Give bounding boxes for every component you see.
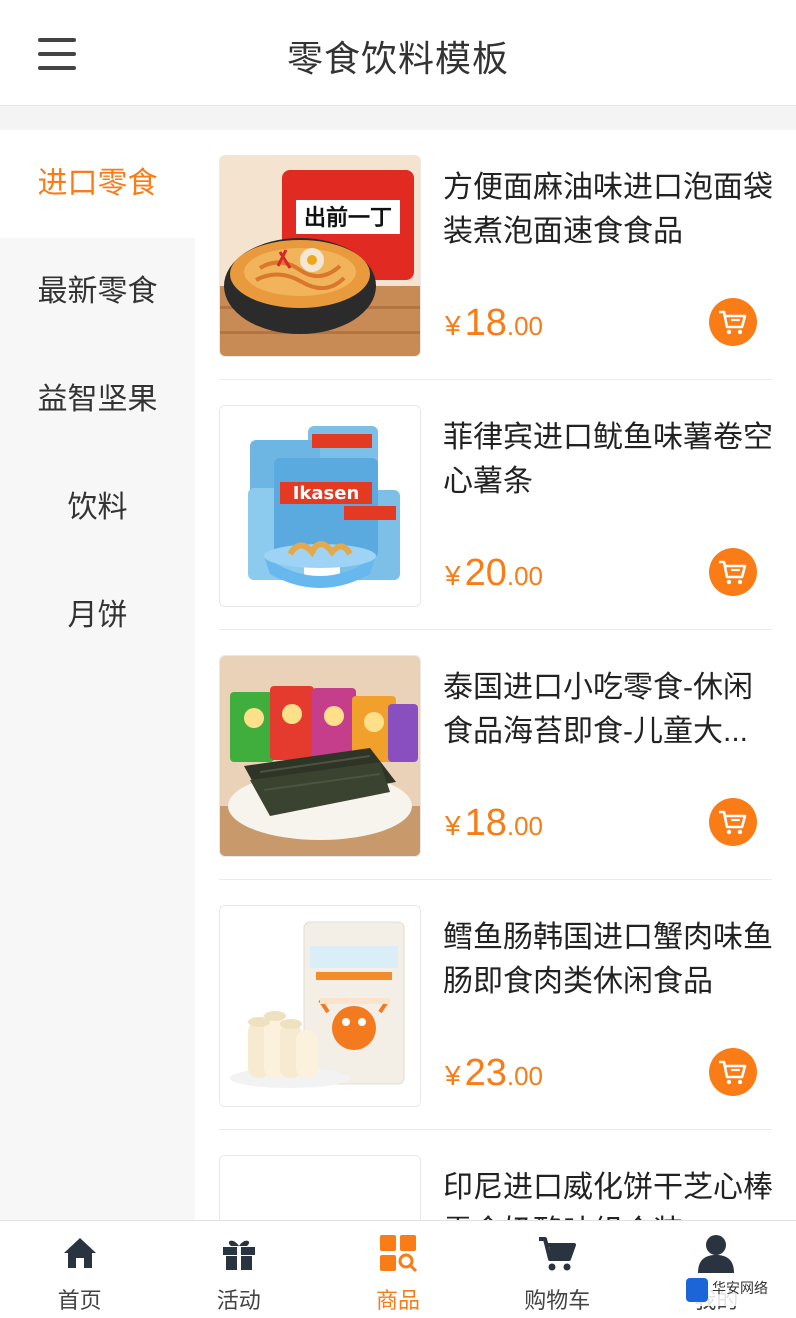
sidebar-item-drinks[interactable]: 饮料 (0, 454, 195, 562)
tab-label: 商品 (376, 1288, 421, 1313)
product-card[interactable]: 鳕鱼肠韩国进口蟹肉味鱼肠即食肉类休闲食品 ¥23.00 (219, 880, 773, 1130)
page-title: 零食饮料模板 (286, 38, 509, 79)
add-to-cart-button[interactable] (709, 798, 757, 846)
gift-icon (222, 1240, 255, 1270)
product-card[interactable]: Ikasen 菲律宾进口鱿鱼味薯卷空心薯条 ¥20.00 (219, 380, 773, 630)
price-decimal: .00 (506, 811, 544, 841)
sidebar-item-nuts[interactable]: 益智坚果 (0, 346, 195, 454)
add-cart-icon (719, 810, 747, 835)
cart-icon (539, 1237, 577, 1271)
squid-chips-image[interactable]: Ikasen (219, 405, 421, 607)
watermark-logo: 华安网络 (686, 1276, 782, 1306)
currency-symbol: ¥ (445, 310, 461, 341)
products-grid-icon (380, 1235, 418, 1273)
instant-noodles-image[interactable]: 出前一丁 (219, 155, 421, 357)
price-decimal: .00 (506, 311, 544, 341)
price-integer: 18 (464, 802, 507, 844)
sidebar-item-latest-snacks[interactable]: 最新零食 (0, 238, 195, 346)
product-name[interactable]: 印尼进口威化饼干芝心棒零食奶酪味组合装 (443, 1166, 778, 1220)
user-icon (698, 1235, 735, 1273)
header-divider (0, 106, 796, 130)
currency-symbol: ¥ (445, 560, 461, 591)
currency-symbol: ¥ (445, 810, 461, 841)
tab-label: 购物车 (524, 1288, 591, 1313)
product-card[interactable]: 印尼进口威化饼干芝心棒零食奶酪味组合装 (219, 1130, 773, 1220)
product-name[interactable]: 菲律宾进口鱿鱼味薯卷空心薯条 (443, 416, 778, 504)
add-cart-icon (719, 560, 747, 585)
home-icon (63, 1238, 96, 1268)
tab-label: 首页 (57, 1288, 102, 1313)
tab-activity[interactable]: 活动 (159, 1221, 318, 1318)
product-name[interactable]: 鳕鱼肠韩国进口蟹肉味鱼肠即食肉类休闲食品 (443, 916, 778, 1004)
price-decimal: .00 (506, 1061, 544, 1091)
seaweed-snack-image[interactable] (219, 655, 421, 857)
category-sidebar: 进口零食 最新零食 益智坚果 饮料 月饼 (0, 130, 195, 1220)
product-card[interactable]: 泰国进口小吃零食-休闲食品海苔即食-儿童大... ¥18.00 (219, 630, 772, 880)
product-list[interactable]: 出前一丁 方便面麻油味进口泡面袋装煮泡面速食食品 ¥18.00 Ikasen 菲… (195, 130, 796, 1220)
product-price: ¥20.00 (445, 552, 543, 595)
sidebar-item-imported-snacks[interactable]: 进口零食 (0, 130, 195, 238)
svg-text:出前一丁: 出前一丁 (304, 205, 392, 231)
tab-label: 活动 (216, 1288, 261, 1313)
product-card[interactable]: 出前一丁 方便面麻油味进口泡面袋装煮泡面速食食品 ¥18.00 (219, 130, 773, 380)
watermark-text: 华安网络 (712, 1280, 768, 1296)
watermark-icon (686, 1278, 708, 1302)
top-bar: 零食饮料模板 (0, 0, 796, 106)
add-to-cart-button[interactable] (709, 298, 757, 346)
product-price: ¥18.00 (445, 302, 543, 345)
product-name[interactable]: 方便面麻油味进口泡面袋装煮泡面速食食品 (443, 166, 778, 254)
svg-text:Ikasen: Ikasen (293, 483, 360, 504)
tab-products[interactable]: 商品 (318, 1221, 477, 1318)
fish-sausage-image[interactable] (219, 905, 421, 1107)
add-cart-icon (719, 1060, 747, 1085)
add-to-cart-button[interactable] (709, 548, 757, 596)
product-name[interactable]: 泰国进口小吃零食-休闲食品海苔即食-儿童大... (443, 666, 778, 754)
price-decimal: .00 (506, 561, 544, 591)
product-price: ¥18.00 (445, 802, 543, 845)
price-integer: 20 (464, 552, 507, 594)
add-cart-icon (719, 310, 747, 335)
bottom-tab-bar: 首页 活动 商品 购物车 我的 (0, 1220, 796, 1318)
price-integer: 18 (464, 302, 507, 344)
tab-home[interactable]: 首页 (0, 1221, 159, 1318)
price-integer: 23 (464, 1052, 507, 1094)
wafer-image[interactable] (219, 1155, 421, 1220)
sidebar-item-mooncakes[interactable]: 月饼 (0, 562, 195, 670)
tab-cart[interactable]: 购物车 (478, 1221, 637, 1318)
currency-symbol: ¥ (445, 1060, 461, 1091)
product-price: ¥23.00 (445, 1052, 543, 1095)
add-to-cart-button[interactable] (709, 1048, 757, 1096)
